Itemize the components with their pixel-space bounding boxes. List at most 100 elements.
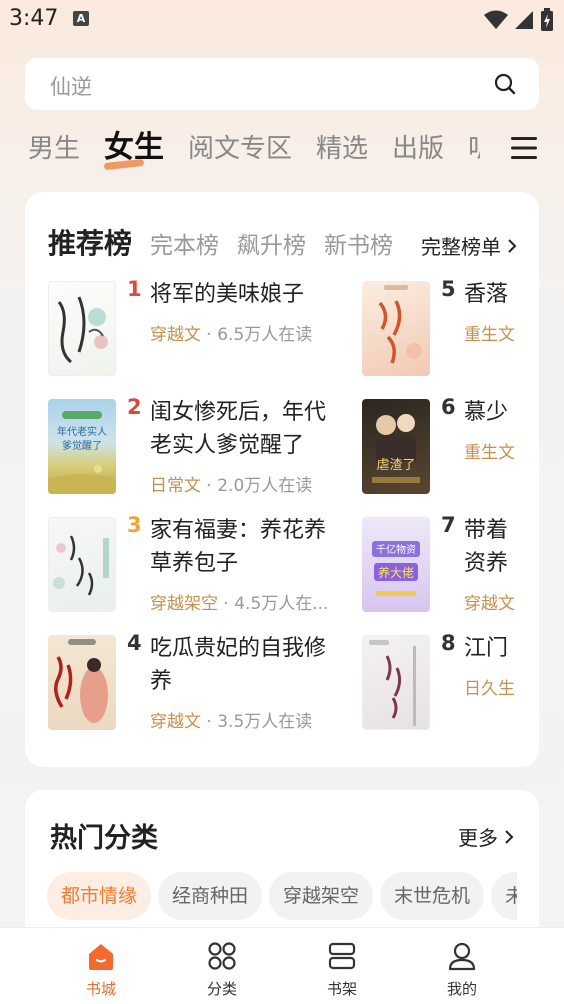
book-cover	[362, 635, 430, 730]
rank-tab-rising[interactable]: 飙升榜	[237, 226, 306, 260]
channel-tabs: 男生女生阅文专区精选出版听书	[0, 126, 564, 176]
category-chip[interactable]: 末世危机	[380, 872, 485, 920]
book-meta: 日久生	[464, 674, 515, 699]
svg-text:爹觉醒了: 爹觉醒了	[62, 439, 102, 452]
rank-number: 3	[127, 513, 142, 537]
book-title: 江门	[464, 636, 509, 661]
user-icon	[448, 942, 476, 971]
book-readers: 3.5万人在读	[217, 712, 313, 732]
book-item[interactable]: 5 香落 重生文	[362, 277, 539, 377]
book-item[interactable]: 4 吃瓜贵妃的自我修养 穿越文 · 3.5万人在读	[48, 631, 348, 732]
category-chip[interactable]: 穿越架空	[269, 872, 374, 920]
nav-label: 分类	[206, 980, 237, 998]
tab-publish[interactable]: 出版	[392, 127, 444, 171]
signal-icon	[515, 11, 533, 29]
grid-icon	[208, 942, 236, 970]
rank-number: 6	[441, 395, 456, 419]
book-title: 香落	[464, 282, 509, 307]
tab-yuewen[interactable]: 阅文专区	[188, 127, 292, 171]
book-readers: 2.0万人在读	[217, 476, 313, 496]
tab-audio[interactable]: 听书	[468, 127, 480, 171]
rank-tab-new[interactable]: 新书榜	[324, 226, 393, 260]
nav-bookstore[interactable]: 书城	[71, 940, 131, 999]
nav-label: 书城	[85, 980, 116, 998]
chevron-right-icon	[508, 238, 517, 253]
book-item[interactable]: 年代老实人 爹觉醒了 2 闺女惨死后，年代老实人爹觉醒了 日常文 · 2.0万人在…	[48, 395, 348, 496]
book-item[interactable]: 1 将军的美味娘子 穿越文 · 6.5万人在读	[48, 277, 348, 377]
book-meta: 穿越架空 · 4.5万人在...	[150, 594, 329, 614]
book-title: 吃瓜贵妃的自我修养	[150, 636, 327, 694]
search-bar[interactable]: 仙逆	[25, 58, 539, 110]
book-genre: 穿越文	[464, 594, 515, 614]
wifi-icon	[484, 10, 508, 29]
book-genre: 日久生	[464, 679, 515, 699]
rank-number: 8	[441, 631, 456, 655]
book-item[interactable]: 3 家有福妻：养花养草养包子 穿越架空 · 4.5万人在...	[48, 513, 348, 614]
book-genre: 日常文	[150, 476, 201, 496]
category-chip[interactable]: 未来	[491, 872, 517, 920]
rank-number: 5	[441, 277, 456, 301]
status-icons	[484, 8, 554, 32]
rank-tab-recommend[interactable]: 推荐榜	[48, 222, 132, 262]
full-list-label: 完整榜单	[421, 235, 501, 259]
svg-text:千亿物资: 千亿物资	[376, 543, 416, 556]
tab-female[interactable]: 女生	[103, 126, 165, 171]
book-cover	[48, 635, 116, 730]
book-genre: 重生文	[464, 325, 515, 345]
book-genre: 穿越文	[150, 325, 201, 345]
bottom-nav: 书城 分类 书架 我的	[0, 927, 564, 1004]
nav-profile[interactable]: 我的	[432, 940, 492, 999]
chevron-right-icon	[505, 829, 514, 844]
rank-number: 1	[127, 277, 142, 301]
tab-featured[interactable]: 精选	[316, 127, 368, 171]
ranking-card: 推荐榜 完本榜 飙升榜 新书榜 完整榜单 1 将军的美味娘子 穿越文 · 6.5万人在…	[25, 192, 539, 767]
book-meta: 重生文	[464, 438, 515, 463]
book-title: 家有福妻：养花养草养包子	[150, 518, 327, 576]
book-meta: 穿越文	[464, 589, 515, 614]
book-item[interactable]: 虐渣了 6 慕少 重生文	[362, 395, 539, 495]
category-chip[interactable]: 经商种田	[158, 872, 263, 920]
book-cover	[48, 517, 116, 612]
category-chip[interactable]: 都市情缘	[47, 872, 152, 920]
book-title: 将军的美味娘子	[150, 282, 305, 307]
book-meta: 穿越文 · 3.5万人在读	[150, 712, 313, 732]
book-meta: 重生文	[464, 320, 515, 345]
nav-label: 书架	[326, 980, 357, 998]
rank-tab-finished[interactable]: 完本榜	[150, 226, 219, 260]
tab-male[interactable]: 男生	[28, 127, 80, 171]
book-readers: 4.5万人在...	[234, 594, 329, 614]
tab-female-label: 女生	[104, 130, 165, 165]
hot-categories-title: 热门分类	[50, 823, 158, 854]
menu-icon[interactable]	[510, 135, 538, 161]
book-title: 带着资养大佬	[464, 518, 509, 576]
rank-number: 4	[127, 631, 142, 655]
notification-icon: A	[73, 11, 89, 26]
channel-tabs-scroll: 男生女生阅文专区精选出版听书	[28, 126, 480, 176]
search-icon[interactable]	[493, 72, 517, 96]
book-genre: 穿越文	[150, 712, 201, 732]
book-readers: 6.5万人在读	[217, 325, 313, 345]
full-list-link[interactable]: 完整榜单	[413, 231, 517, 260]
status-time: 3:47	[9, 6, 59, 31]
more-label: 更多	[458, 826, 498, 850]
book-cover	[362, 281, 430, 376]
rank-tabs: 推荐榜 完本榜 飙升榜 新书榜	[48, 222, 418, 262]
svg-text:虐渣了: 虐渣了	[376, 457, 415, 473]
category-chips: 都市情缘经商种田穿越架空末世危机未来	[47, 872, 517, 920]
book-cover: 千亿物资 养大佬	[362, 517, 430, 612]
nav-bookshelf[interactable]: 书架	[312, 940, 372, 999]
status-bar: 3:47 A	[0, 0, 564, 40]
search-input[interactable]: 仙逆	[50, 71, 92, 101]
book-meta: 日常文 · 2.0万人在读	[150, 476, 313, 496]
svg-text:年代老实人: 年代老实人	[57, 425, 107, 438]
nav-category[interactable]: 分类	[192, 940, 252, 999]
book-title: 闺女惨死后，年代老实人爹觉醒了	[150, 400, 327, 458]
book-genre: 重生文	[464, 443, 515, 463]
book-item[interactable]: 千亿物资养大佬 7 带着资养大佬 穿越文	[362, 513, 539, 614]
svg-text:养大佬: 养大佬	[378, 565, 414, 580]
book-cover: 年代老实人 爹觉醒了	[48, 399, 116, 494]
more-link[interactable]: 更多	[458, 822, 514, 851]
book-item[interactable]: 8 江门 日久生	[362, 631, 539, 731]
rank-number: 2	[127, 395, 142, 419]
book-cover	[48, 281, 116, 376]
